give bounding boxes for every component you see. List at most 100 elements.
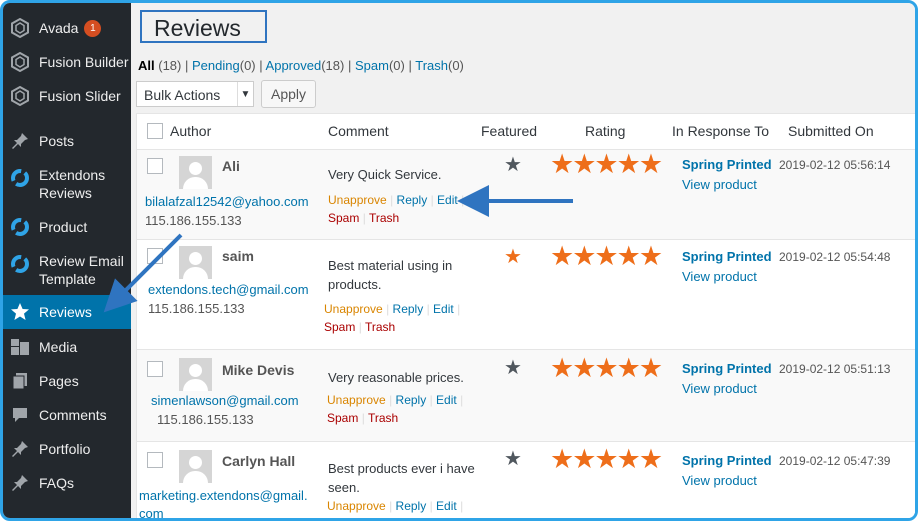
spam-link[interactable]: Spam (324, 320, 355, 334)
row-checkbox[interactable] (147, 361, 163, 377)
filter-spam-count: (0) (388, 58, 405, 73)
column-rating: Rating (585, 123, 626, 139)
sidebar-item-posts[interactable]: Posts (3, 130, 131, 152)
sidebar-item-label: Media (39, 339, 78, 355)
filter-pending[interactable]: Pending (192, 58, 240, 73)
featured-star-icon[interactable]: ★ (504, 358, 522, 378)
response-to: Spring Printed View product (682, 359, 772, 399)
reply-link[interactable]: Reply (396, 393, 427, 407)
trash-link[interactable]: Trash (369, 211, 399, 225)
sidebar-item-fusion-builder[interactable]: Fusion Builder (3, 51, 131, 73)
sidebar-item-media[interactable]: Media (3, 336, 131, 358)
separator: | (457, 302, 461, 316)
spam-link[interactable]: Spam (328, 211, 359, 225)
sidebar-item-fusion-slider[interactable]: Fusion Slider (3, 85, 131, 107)
product-link[interactable]: Spring Printed (682, 453, 772, 468)
edit-link[interactable]: Edit (436, 499, 457, 513)
column-featured: Featured (481, 123, 538, 139)
sidebar-item-label: Comments (39, 407, 107, 423)
sidebar-item-extendons-reviews[interactable]: Extendons Reviews (3, 164, 131, 204)
sidebar-item-faqs[interactable]: FAQs (3, 472, 131, 494)
view-product-link[interactable]: View product (682, 381, 757, 396)
author-ip[interactable]: 115.186.155.133 (145, 213, 242, 228)
separator: | (185, 58, 189, 73)
separator: | (361, 411, 365, 425)
filter-trash[interactable]: Trash (415, 58, 448, 73)
sidebar-item-product[interactable]: Product (3, 216, 131, 238)
product-link[interactable]: Spring Printed (682, 157, 772, 172)
table-row: Mike Devis simenlawson@gmail.com 115.186… (137, 349, 915, 441)
table-row: saim extendons.tech@gmail.com 115.186.15… (137, 239, 915, 349)
view-product-link[interactable]: View product (682, 177, 757, 192)
edit-link[interactable]: Edit (433, 302, 454, 316)
window-frame: Avada 1 Fusion Builder Fusion Slider Post… (0, 0, 918, 521)
sidebar-item-label: Fusion Builder (39, 54, 129, 70)
unapprove-link[interactable]: Unapprove (327, 393, 386, 407)
edit-link[interactable]: Edit (436, 393, 457, 407)
trash-link[interactable]: Trash (368, 411, 398, 425)
column-author[interactable]: Author (170, 123, 211, 139)
author-email[interactable]: marketing.extendons@gmail.com (139, 487, 314, 518)
apply-button[interactable]: Apply (261, 80, 316, 108)
media-icon (10, 337, 30, 357)
unapprove-link[interactable]: Unapprove (327, 499, 386, 513)
author-name: Mike Devis (222, 362, 295, 378)
submitted-date: 2019-02-12 05:47:39 (779, 454, 891, 468)
separator: | (389, 499, 393, 513)
row-checkbox[interactable] (147, 452, 163, 468)
extendons-icon (10, 168, 30, 188)
author-ip[interactable]: 115.186.155.133 (157, 412, 254, 427)
filter-approved[interactable]: Approved (266, 58, 322, 73)
sidebar-item-label: Fusion Slider (39, 88, 121, 104)
sidebar-item-avada[interactable]: Avada 1 (3, 17, 131, 39)
filter-trash-count: (0) (447, 58, 464, 73)
sidebar-item-label: FAQs (39, 475, 75, 491)
separator: | (390, 193, 394, 207)
author-name: Ali (222, 158, 240, 174)
reply-link[interactable]: Reply (397, 193, 428, 207)
spam-link[interactable]: Spam (327, 411, 358, 425)
separator: | (429, 393, 433, 407)
column-in-response-to[interactable]: In Response To (672, 123, 769, 139)
unapprove-link[interactable]: Unapprove (328, 193, 387, 207)
sidebar-item-review-email-template[interactable]: Review Email Template (3, 250, 131, 290)
view-product-link[interactable]: View product (682, 269, 757, 284)
chevron-down-icon: ▼ (237, 82, 253, 106)
reply-link[interactable]: Reply (393, 302, 424, 316)
separator: | (429, 499, 433, 513)
reply-link[interactable]: Reply (396, 499, 427, 513)
row-checkbox[interactable] (147, 158, 163, 174)
author-ip[interactable]: 115.186.155.133 (148, 301, 245, 316)
trash-link[interactable]: Trash (365, 320, 395, 334)
separator: | (389, 393, 393, 407)
admin-sidebar: Avada 1 Fusion Builder Fusion Slider Post… (3, 3, 131, 518)
avatar (179, 156, 212, 189)
author-email[interactable]: bilalafzal12542@yahoo.com (145, 194, 309, 209)
sidebar-item-label: Review Email Template (39, 253, 124, 287)
edit-link[interactable]: Edit (437, 193, 458, 207)
unapprove-link[interactable]: Unapprove (324, 302, 383, 316)
sidebar-item-comments[interactable]: Comments (3, 404, 131, 426)
view-product-link[interactable]: View product (682, 473, 757, 488)
filter-all[interactable]: All (138, 58, 155, 73)
sidebar-item-pages[interactable]: Pages (3, 370, 131, 392)
sidebar-item-portfolio[interactable]: Portfolio (3, 438, 131, 460)
comment-text: Very Quick Service. (328, 167, 442, 182)
row-checkbox[interactable] (147, 248, 163, 264)
row-actions: Unapprove | Reply | Edit | (327, 497, 463, 515)
separator: | (461, 193, 465, 207)
bulk-actions-select[interactable]: Bulk Actions ▼ (136, 81, 254, 107)
featured-star-icon[interactable]: ★ (504, 155, 522, 175)
sidebar-item-reviews[interactable]: Reviews (3, 295, 131, 329)
product-link[interactable]: Spring Printed (682, 361, 772, 376)
sidebar-item-label: Pages (39, 373, 79, 389)
select-all-checkbox[interactable] (147, 123, 163, 139)
filter-all-count: (18) (158, 58, 182, 73)
product-link[interactable]: Spring Printed (682, 249, 772, 264)
filter-spam[interactable]: Spam (355, 58, 389, 73)
featured-star-icon[interactable]: ★ (504, 449, 522, 469)
column-submitted-on[interactable]: Submitted On (788, 123, 874, 139)
author-email[interactable]: extendons.tech@gmail.com (148, 282, 309, 297)
featured-star-icon[interactable]: ★ (504, 247, 522, 267)
author-email[interactable]: simenlawson@gmail.com (151, 393, 299, 408)
